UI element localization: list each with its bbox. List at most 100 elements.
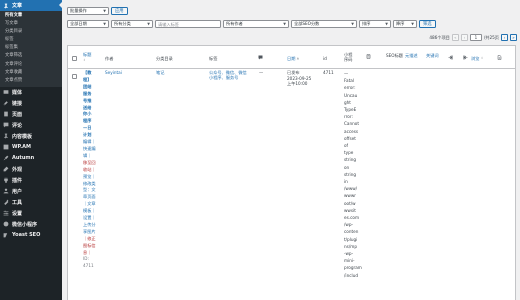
sidebar-item-4[interactable]: 评论 (0, 120, 62, 131)
error-text-line: string (344, 157, 357, 163)
sidebar-item-label: Autumn (12, 155, 35, 162)
plugin-icon (2, 177, 9, 184)
tools-icon (2, 199, 9, 206)
error-text-line: wwsit (344, 207, 356, 213)
row-action[interactable]: 上传分 (83, 222, 96, 229)
error-text-line: program (344, 265, 362, 271)
comment-bubble-icon[interactable] (258, 55, 263, 61)
sidebar-item-10[interactable]: 用户 (0, 186, 62, 197)
post-id: 4711 (323, 70, 334, 75)
submenu-item[interactable]: 分类目录 (0, 28, 62, 36)
column-focus-keyword[interactable]: 关键词 (426, 53, 439, 58)
error-text-line: -wp- (344, 251, 354, 257)
sidebar-item-6[interactable]: WP.AM (0, 142, 62, 153)
page-icon (2, 111, 9, 118)
sidebar-item-label: 插件 (12, 177, 23, 184)
column-miniprogram-code: 小程序码 (344, 52, 353, 63)
post-category[interactable]: 笔记 (156, 70, 164, 77)
apply-button[interactable]: 应用 (111, 7, 128, 15)
row-action[interactable]: 图标信 (83, 243, 96, 250)
author-filter-select[interactable]: 所有作者 ▼ (223, 20, 289, 28)
row-action[interactable]: 模板｜ (83, 208, 96, 215)
post-title-line[interactable]: 团结 (83, 84, 96, 91)
tag-filter-input[interactable]: 请输入标签 (155, 20, 221, 28)
submenu-item[interactable]: 文章点赞 (0, 77, 62, 85)
incoming-links-icon[interactable] (463, 55, 468, 61)
error-text-line: on (344, 164, 350, 170)
error-text-line: TypeE (344, 107, 357, 113)
post-title-line[interactable]: 程】 (83, 77, 96, 84)
row-action[interactable]: ｜修正 (83, 236, 96, 243)
submenu-item[interactable]: 文章评论 (0, 61, 62, 69)
row-action[interactable]: 移至回 (83, 160, 96, 167)
sidebar-item-9[interactable]: 插件 (0, 175, 62, 186)
sidebar-item-1[interactable]: 媒体 (0, 87, 62, 98)
appearance-icon (2, 166, 9, 173)
pagination: 486个项目 « ‹ 1 /共25页 › » (429, 34, 517, 41)
post-author[interactable]: Seyintai (105, 70, 122, 77)
sidebar-item-11[interactable]: 工具 (0, 197, 62, 208)
sidebar-item-2[interactable]: 链接 (0, 98, 62, 109)
row-action[interactable]: 辑｜ (83, 153, 96, 160)
post-title-line[interactable]: 号推 (83, 98, 96, 105)
row-action[interactable]: 预览｜ (83, 174, 96, 181)
sidebar-item-13[interactable]: 微信小程序 (0, 219, 62, 230)
sidebar-item-7[interactable]: Autumn (0, 153, 62, 164)
filter-button[interactable]: 筛选 (419, 20, 436, 28)
seo-score-filter-select[interactable]: 全部SEO分数 ▼ (291, 20, 357, 28)
column-title[interactable]: 标题 ⇕ (83, 52, 91, 63)
column-views[interactable]: 浏览 ⇕ (471, 56, 483, 62)
row-action[interactable]: 收站｜ (83, 167, 96, 174)
items-count: 486个项目 (429, 34, 450, 40)
sidebar-item-label: Yoast SEO (12, 232, 41, 239)
post-date: 已发布 2023-09-25 上午10:00 (287, 70, 311, 87)
chevron-down-icon: ▼ (147, 22, 150, 26)
sidebar-item-8[interactable]: 外观 (0, 164, 62, 175)
last-page-button[interactable]: » (510, 34, 517, 41)
sidebar-item-12[interactable]: 设置 (0, 208, 62, 219)
row-action[interactable]: 享图片 (83, 229, 96, 236)
select-all-checkbox[interactable] (72, 56, 77, 61)
column-id: id (323, 56, 327, 61)
submenu-item[interactable]: 文章筛选 (0, 52, 62, 60)
submenu-item[interactable]: 写文章 (0, 20, 62, 28)
row-action[interactable]: 设置｜ (83, 215, 96, 222)
submenu-item[interactable]: 文章收藏 (0, 69, 62, 77)
doc-icon[interactable] (497, 55, 502, 61)
submenu-item[interactable]: 所有文章 (0, 12, 62, 20)
row-action: ID: (83, 256, 89, 262)
order-select[interactable]: 降序 ▼ (393, 20, 417, 28)
sidebar-item-14[interactable]: Yoast SEO (0, 230, 62, 241)
sidebar-item-label: 文章 (12, 3, 23, 9)
post-title-line[interactable]: 【教 (83, 70, 96, 77)
submenu-item[interactable]: 标签集 (0, 44, 62, 52)
sidebar-item-3[interactable]: 页面 (0, 109, 62, 120)
row-action[interactable]: 息｜ (83, 250, 96, 257)
seo-icon[interactable] (366, 54, 371, 60)
sidebar-item-label: WP.AM (12, 144, 32, 151)
row-checkbox[interactable] (72, 74, 77, 79)
bulk-action-select[interactable]: 批量操作 ▼ (67, 7, 109, 15)
row-action[interactable]: 快速编 (83, 146, 96, 153)
column-date[interactable]: 日期 ▲ (287, 56, 299, 62)
date-filter-select[interactable]: 全部日期 ▼ (67, 20, 109, 28)
post-tags[interactable]: 公众号、微信、微信 小程序、服务号 (209, 70, 247, 81)
sidebar-item-5[interactable]: 内容模板 (0, 131, 62, 142)
post-tags-line: 小程序、服务号 (209, 75, 239, 81)
sort-icon: ▲ (296, 56, 300, 61)
next-page-button[interactable]: › (501, 34, 508, 41)
error-text-line: /www/ (344, 186, 358, 192)
current-page-input[interactable]: 1 (469, 34, 482, 41)
error-text-line: string (344, 171, 357, 177)
error-text-line: mini- (344, 258, 355, 264)
submenu-item[interactable]: 标签 (0, 36, 62, 44)
category-filter-select[interactable]: 所有分类 ▼ (111, 20, 153, 28)
row-action[interactable]: 编辑｜ (83, 139, 96, 146)
column-meta-description[interactable]: 元描述 (405, 53, 418, 58)
sidebar-item-0[interactable]: 文章 (0, 0, 62, 11)
orderby-select[interactable]: 排序 ▼ (359, 20, 391, 28)
outgoing-links-icon[interactable] (448, 55, 453, 61)
column-tags: 标签 (209, 56, 218, 61)
post-title-line[interactable]: 服务 (83, 91, 96, 98)
error-text-line: Uncau (344, 92, 358, 98)
